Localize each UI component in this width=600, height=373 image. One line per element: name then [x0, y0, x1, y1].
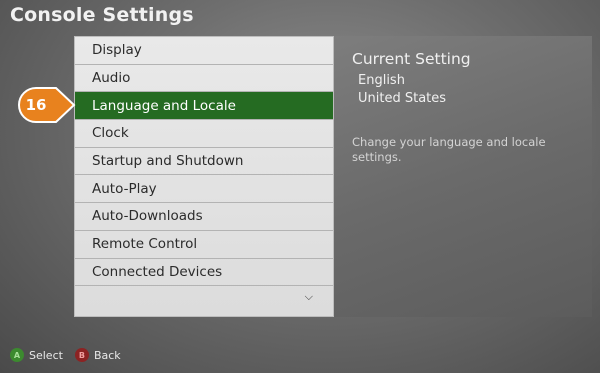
menu-item-remote-control[interactable]: Remote Control — [75, 231, 333, 259]
current-setting-heading: Current Setting — [352, 50, 471, 68]
select-label: Select — [29, 348, 63, 362]
back-hint[interactable]: B Back — [74, 348, 121, 362]
menu-item-clock[interactable]: Clock — [75, 120, 333, 148]
callout-number: 16 — [25, 96, 47, 114]
settings-menu: Display Audio Language and Locale Clock … — [74, 36, 334, 317]
setting-description: Change your language and locale settings… — [352, 135, 546, 164]
menu-item-connected-devices[interactable]: Connected Devices — [75, 259, 333, 287]
b-button-icon: B — [74, 348, 89, 362]
current-region: United States — [358, 91, 447, 106]
menu-item-auto-downloads[interactable]: Auto-Downloads — [75, 203, 333, 231]
menu-item-auto-play[interactable]: Auto-Play — [75, 175, 333, 204]
a-button-icon: A — [10, 348, 24, 362]
chevron-down-icon[interactable]: ⌵ — [305, 290, 313, 304]
detail-panel: Current Setting English United States Ch… — [334, 36, 592, 317]
menu-item-language-and-locale[interactable]: Language and Locale — [75, 92, 333, 121]
menu-item-startup-and-shutdown[interactable]: Startup and Shutdown — [75, 148, 333, 176]
menu-item-display[interactable]: Display — [75, 37, 333, 65]
button-hints: A Select B Back — [10, 348, 133, 362]
current-language: English — [358, 73, 405, 88]
select-hint[interactable]: A Select — [10, 348, 63, 362]
back-label: Back — [93, 348, 121, 362]
menu-item-audio[interactable]: Audio — [75, 65, 333, 93]
page-title: Console Settings — [10, 4, 194, 26]
